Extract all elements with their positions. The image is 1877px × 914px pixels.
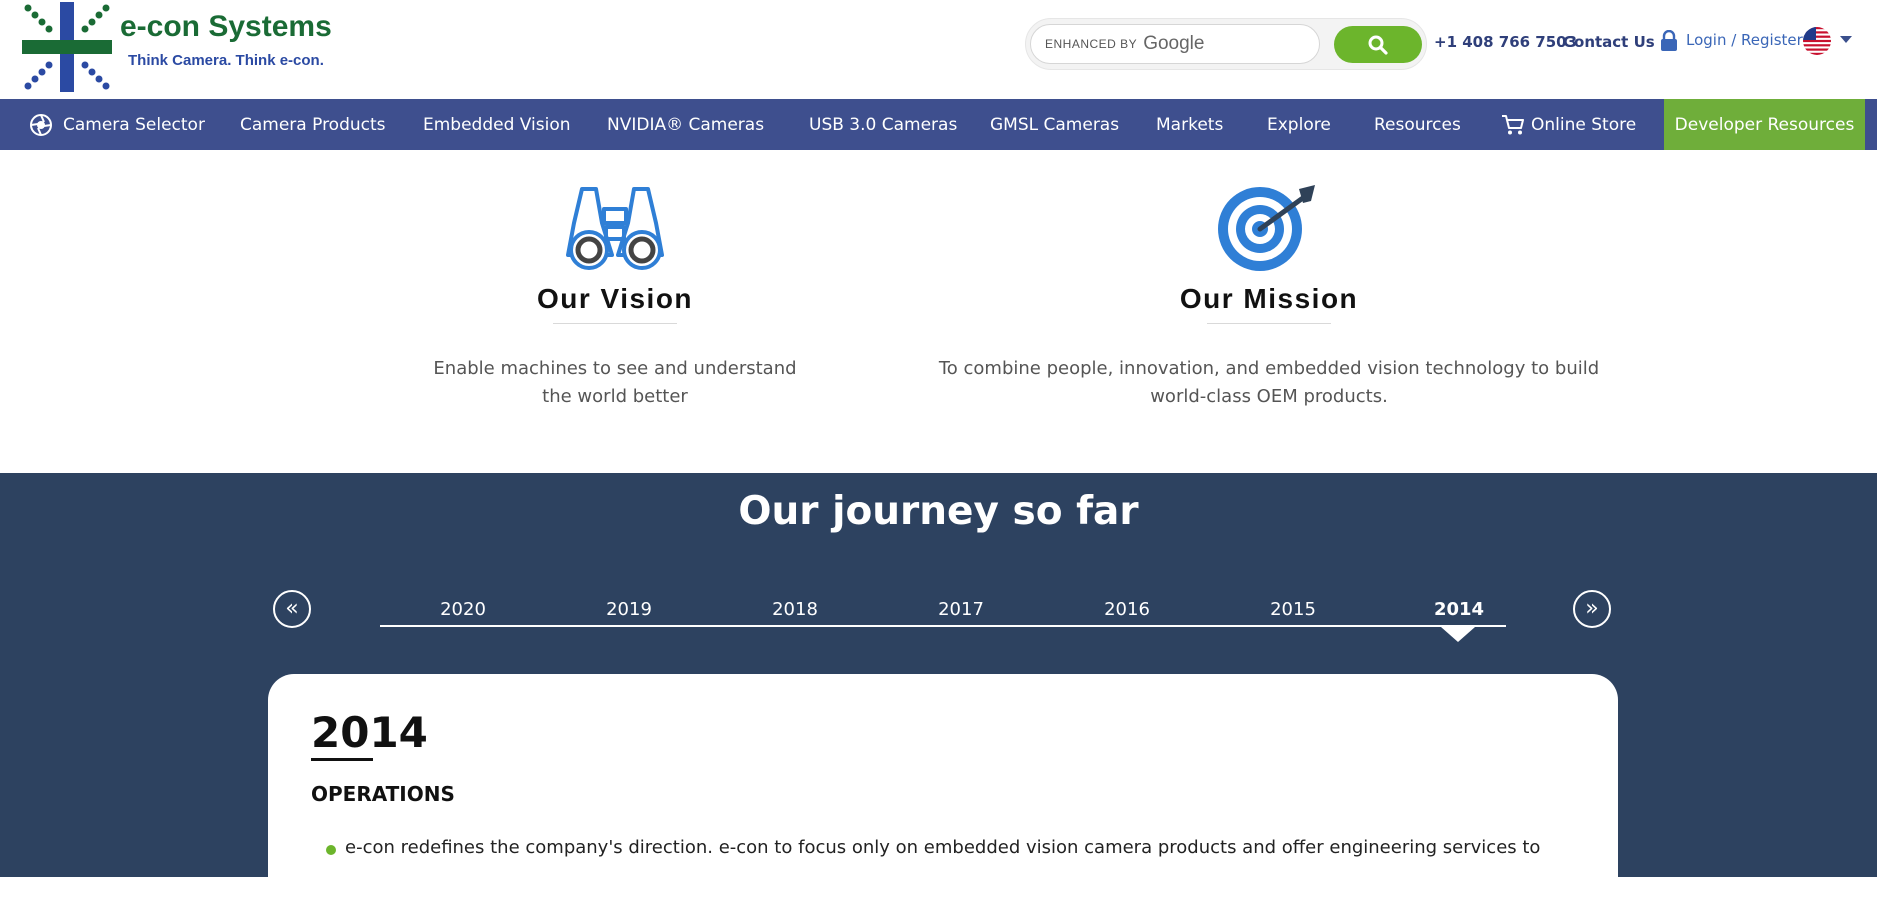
- logo-icon[interactable]: [22, 2, 112, 92]
- brand-tagline: Think Camera. Think e-con.: [128, 52, 324, 69]
- timeline-year-2017[interactable]: 2017: [938, 599, 984, 620]
- nav-developer-resources[interactable]: Developer Resources: [1664, 99, 1865, 150]
- search-button[interactable]: [1334, 26, 1422, 63]
- binoculars-icon: [566, 187, 664, 270]
- nav-nvidia-cameras[interactable]: NVIDIA® Cameras: [607, 99, 764, 150]
- card-year-underline: [311, 758, 373, 761]
- nav-label: GMSL Cameras: [990, 114, 1120, 135]
- mission-line-2: world-class OEM products.: [1150, 386, 1388, 407]
- nav-label: Camera Products: [240, 114, 386, 135]
- main-nav: Camera Selector Camera Products Embedded…: [0, 99, 1877, 150]
- nav-label: Embedded Vision: [423, 114, 571, 135]
- brand-name[interactable]: e-con Systems: [120, 10, 332, 44]
- timeline-year-2020[interactable]: 2020: [440, 599, 486, 620]
- nav-explore[interactable]: Explore: [1267, 99, 1331, 150]
- card-heading: OPERATIONS: [311, 782, 455, 806]
- target-icon: [1218, 185, 1315, 271]
- mission-text: To combine people, innovation, and embed…: [919, 355, 1619, 411]
- nav-label: USB 3.0 Cameras: [809, 114, 958, 135]
- nav-camera-selector[interactable]: Camera Selector: [29, 99, 205, 150]
- timeline-track: [380, 625, 1506, 627]
- nav-label: Markets: [1156, 114, 1224, 135]
- phone-link[interactable]: +1 408 766 7503: [1434, 33, 1577, 51]
- bullet-dot: [326, 845, 336, 855]
- timeline-prev-button[interactable]: «: [273, 590, 311, 628]
- timeline-year-2016[interactable]: 2016: [1104, 599, 1150, 620]
- mission-title: Our Mission: [1179, 283, 1359, 314]
- journey-year-card: 2014 OPERATIONS e-con redefines the comp…: [268, 674, 1618, 914]
- search-google-word: Google: [1143, 33, 1205, 54]
- timeline-year-2015[interactable]: 2015: [1270, 599, 1316, 620]
- search-box: ENHANCED BY Google: [1025, 18, 1427, 70]
- card-year-title: 2014: [311, 708, 428, 757]
- nav-camera-products[interactable]: Camera Products: [240, 99, 386, 150]
- card-bullet-text: e-con redefines the company's direction.…: [345, 837, 1541, 858]
- vision-line-1: Enable machines to see and understand: [433, 358, 797, 379]
- active-year-pointer: [1441, 627, 1475, 642]
- contact-us-link[interactable]: Contact Us: [1563, 33, 1655, 51]
- timeline-year-2014[interactable]: 2014: [1434, 599, 1484, 620]
- us-flag-icon[interactable]: [1803, 27, 1831, 55]
- nav-label: Resources: [1374, 114, 1461, 135]
- vision-title: Our Vision: [536, 283, 694, 314]
- vision-divider: [553, 323, 677, 324]
- nav-resources[interactable]: Resources: [1374, 99, 1461, 150]
- nav-gmsl-cameras[interactable]: GMSL Cameras: [990, 99, 1119, 150]
- nav-label: Online Store: [1531, 114, 1637, 135]
- vision-text: Enable machines to see and understand th…: [405, 355, 825, 411]
- cart-icon: [1502, 114, 1524, 134]
- lock-icon: [1661, 30, 1677, 51]
- login-register-link[interactable]: Login / Register: [1686, 31, 1803, 49]
- search-enhanced-by: ENHANCED BY: [1045, 37, 1138, 51]
- journey-title: Our journey so far: [738, 489, 1139, 534]
- aperture-icon: [30, 113, 52, 136]
- nav-markets[interactable]: Markets: [1156, 99, 1223, 150]
- nav-label: Camera Selector: [63, 114, 205, 135]
- vision-line-2: the world better: [542, 386, 688, 407]
- search-icon: [1368, 35, 1388, 55]
- mission-divider: [1207, 323, 1331, 324]
- language-dropdown-caret[interactable]: [1840, 36, 1852, 43]
- timeline-next-button[interactable]: »: [1573, 590, 1611, 628]
- timeline-year-2018[interactable]: 2018: [772, 599, 818, 620]
- nav-label: NVIDIA® Cameras: [607, 114, 765, 135]
- nav-usb-cameras[interactable]: USB 3.0 Cameras: [809, 99, 957, 150]
- mission-line-1: To combine people, innovation, and embed…: [938, 358, 1600, 379]
- site-header: e-con Systems Think Camera. Think e-con.…: [0, 0, 1877, 99]
- nav-embedded-vision[interactable]: Embedded Vision: [423, 99, 571, 150]
- search-input[interactable]: ENHANCED BY Google: [1030, 24, 1320, 64]
- nav-label: Explore: [1267, 114, 1331, 135]
- timeline-year-2019[interactable]: 2019: [606, 599, 652, 620]
- nav-online-store[interactable]: Online Store: [1501, 99, 1636, 150]
